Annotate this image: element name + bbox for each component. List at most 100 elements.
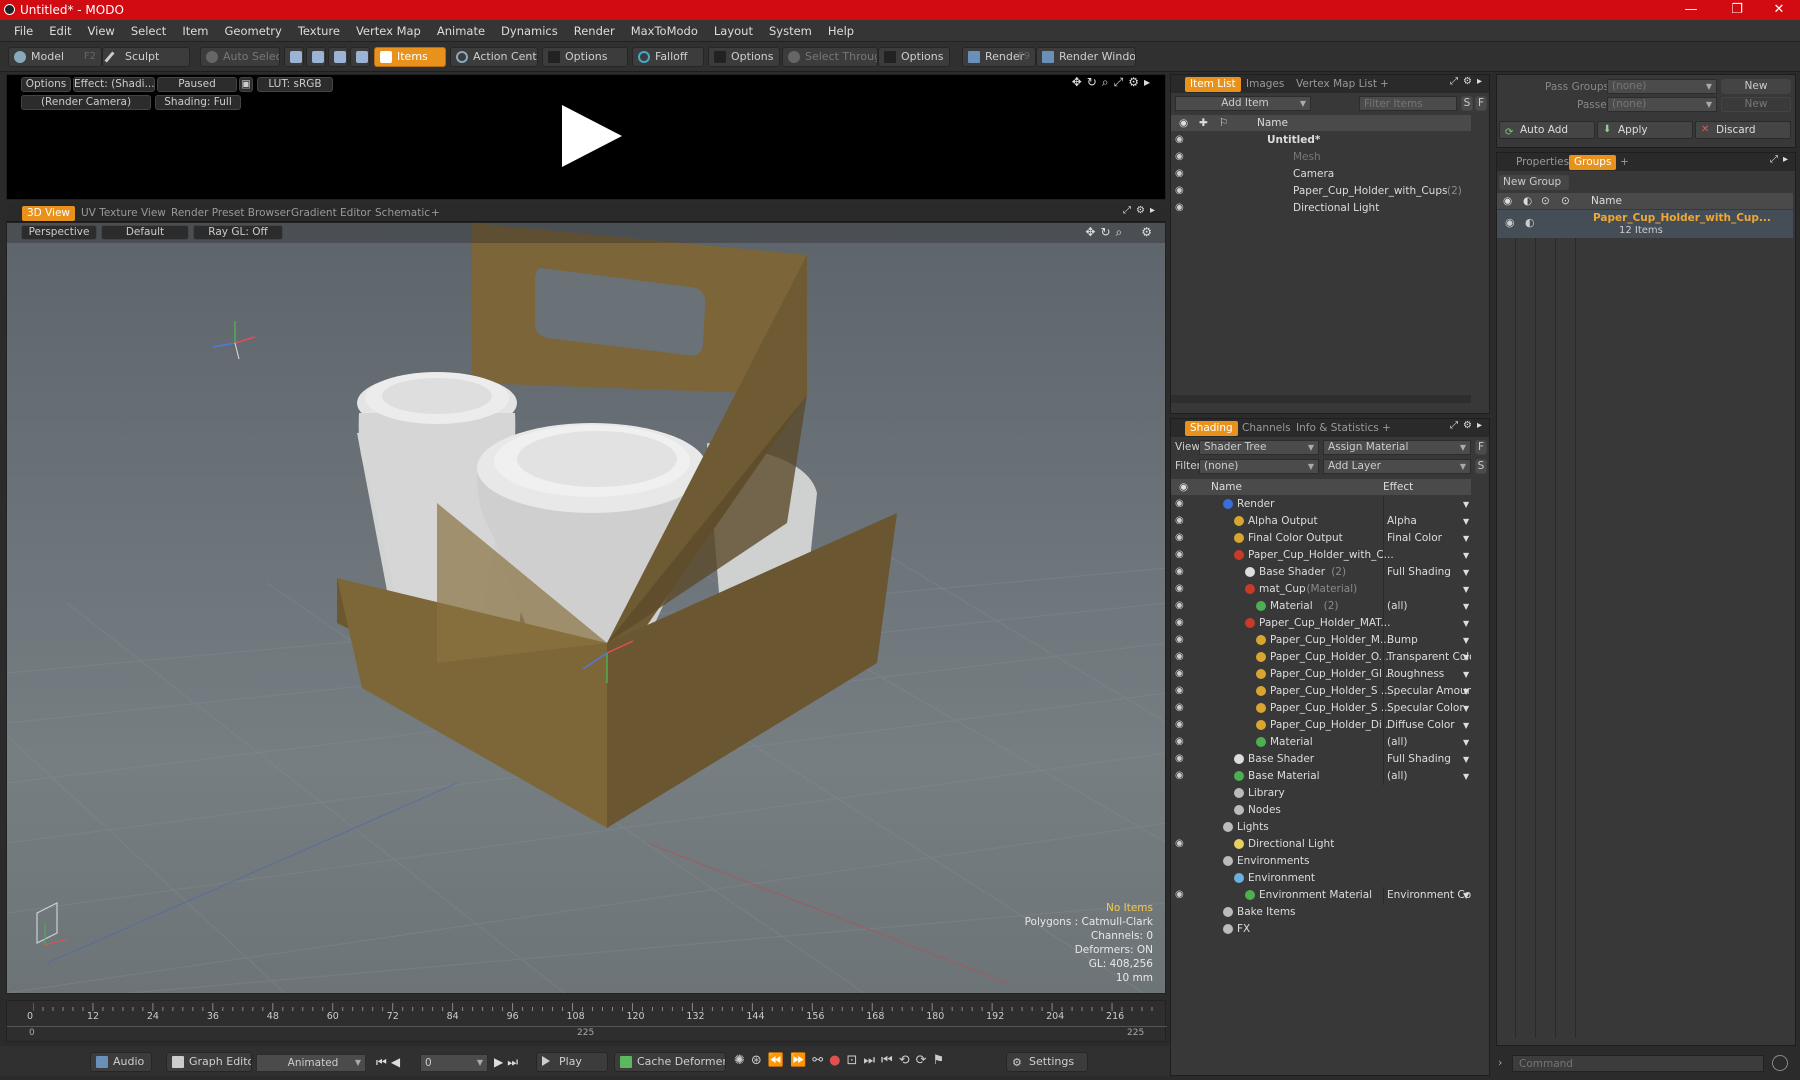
effect-dropdown[interactable]: Roughness [1383,666,1471,683]
visibility-icon[interactable]: ◉ [1175,169,1189,179]
arrow-right-icon[interactable]: ▸ [1144,75,1155,89]
lut-dropdown[interactable]: LUT: sRGB [257,77,333,92]
expand-icon[interactable]: ⤢ [1450,420,1463,431]
filter-items-input[interactable] [1359,96,1457,111]
effect-dropdown[interactable]: (all) [1383,734,1471,751]
maximize-button[interactable]: ❐ [1714,0,1760,20]
graph-editor-button[interactable]: Graph Editor [166,1052,252,1072]
effect-dropdown[interactable]: Alpha [1383,513,1471,530]
gear-icon[interactable]: ⚙ [1136,205,1150,216]
shader-tree-row[interactable]: ◉ Base Material (all) ▼ [1171,768,1471,785]
visibility-icon[interactable]: ◉ [1175,584,1189,594]
cache-deformers-button[interactable]: Cache Deformers [614,1052,726,1072]
shader-tree-row[interactable]: ◉ Paper_Cup_Holder_MAT... ▼ [1171,615,1471,632]
tab-gradient-editor[interactable]: Gradient Editor [286,206,376,221]
auto-select-button[interactable]: Auto Select [200,47,280,67]
skip-icon[interactable]: ⏭ [863,1053,881,1068]
shader-tree-row[interactable]: ◉ Base Shader Full Shading ▼ [1171,751,1471,768]
chevron-down-icon[interactable]: ▼ [1463,751,1469,768]
current-frame-input[interactable]: 0 [420,1054,488,1072]
visibility-icon[interactable]: ◉ [1175,567,1189,577]
chevron-down-icon[interactable]: ▼ [1463,496,1469,513]
visibility-icon[interactable]: ◉ [1175,533,1189,543]
lock-icon[interactable]: ▣ [239,77,253,92]
action-center-options-button[interactable]: Options [542,47,628,67]
menu-render[interactable]: Render [566,24,623,38]
visibility-icon[interactable]: ◉ [1175,152,1189,162]
shader-tree-row[interactable]: ◉ Render ▼ [1171,496,1471,513]
select-through-options-button[interactable]: Options [878,47,950,67]
menu-help[interactable]: Help [820,24,862,38]
visibility-icon[interactable]: ◉ [1175,686,1189,696]
visibility-icon[interactable]: ◉ [1175,669,1189,679]
add-tab-button[interactable]: + [1377,421,1396,436]
menu-select[interactable]: Select [123,24,174,38]
rotate-icon[interactable]: ↻ [1100,225,1115,239]
select-edges-button[interactable] [306,47,326,67]
raygl-dropdown[interactable]: Ray GL: Off [193,225,283,240]
effect-dropdown[interactable]: Transparent Color [1383,649,1471,666]
passes-dropdown[interactable]: (none) [1607,97,1717,112]
item-list-row[interactable]: ◉ Untitled* [1171,132,1471,149]
action-center-button[interactable]: Action Center [450,47,538,67]
falloff-options-button[interactable]: Options [708,47,780,67]
falloff-button[interactable]: Falloff [632,47,704,67]
arrow-right-icon[interactable]: ▸ [1783,154,1793,165]
minimize-button[interactable]: — [1668,0,1714,20]
effect-dropdown[interactable]: Full Shading [1383,564,1471,581]
menu-dynamics[interactable]: Dynamics [493,24,566,38]
expand-icon[interactable]: ⤢ [1114,75,1129,89]
item-list-row[interactable]: ◉ Directional Light [1171,200,1471,217]
prev-key-icon[interactable]: ⏪ [768,1053,790,1068]
chevron-down-icon[interactable]: ▼ [1463,649,1469,666]
preview-effect-dropdown[interactable]: Effect: (Shadi... [73,77,155,92]
3d-viewport[interactable]: Perspective Default Ray GL: Off ✥↻⌕ ⚙ No … [6,222,1166,994]
visibility-icon[interactable]: ◉ [1175,754,1189,764]
move-icon[interactable]: ✥ [1085,225,1100,239]
default-dropdown[interactable]: Default [101,225,189,240]
move-icon[interactable]: ✥ [1072,75,1087,89]
add-item-dropdown[interactable]: Add Item [1175,96,1311,111]
shader-tree-row[interactable]: ◉ Paper_Cup_Holder_O... Transparent Color ▼ [1171,649,1471,666]
shader-tree-row[interactable]: Environments [1171,853,1471,870]
shader-tree-row[interactable]: ◉ Final Color Output Final Color ▼ [1171,530,1471,547]
apply-button[interactable]: ⬇ Apply [1597,121,1693,139]
chevron-down-icon[interactable]: ▼ [1463,530,1469,547]
add-tab-button[interactable]: + [1615,155,1634,170]
filter-s-button[interactable]: S [1461,96,1473,111]
view-dropdown[interactable]: Shader Tree [1199,440,1319,455]
menu-edit[interactable]: Edit [41,24,79,38]
chevron-down-icon[interactable]: ▼ [1463,700,1469,717]
arrow-right-icon[interactable]: ▸ [1477,76,1487,87]
shader-tree-row[interactable]: Nodes [1171,802,1471,819]
visibility-icon[interactable]: ◉ [1175,186,1189,196]
sculpt-mode-button[interactable]: Sculpt [102,47,190,67]
gear-icon[interactable]: ⚙ [1463,420,1477,431]
discard-button[interactable]: ✕ Discard [1695,121,1791,139]
zoom-icon[interactable]: ⌕ [1116,225,1128,239]
shader-tree-row[interactable]: ◉ Base Shader (2) Full Shading ▼ [1171,564,1471,581]
zoom-icon[interactable]: ⌕ [1102,75,1114,89]
menu-file[interactable]: File [6,24,41,38]
rotate-icon[interactable]: ↻ [1087,75,1102,89]
shader-tree-row[interactable]: ◉ Directional Light [1171,836,1471,853]
visibility-icon[interactable]: ◉ [1175,499,1189,509]
render-window-button[interactable]: Render Window [1036,47,1136,67]
chevron-down-icon[interactable]: ▼ [1463,632,1469,649]
shader-tree-row[interactable]: ◉ Alpha Output Alpha ▼ [1171,513,1471,530]
visibility-icon[interactable]: ◉ [1175,203,1189,213]
auto-add-button[interactable]: ⟳ Auto Add [1499,121,1595,139]
gear-icon[interactable]: ⚙ [1128,75,1144,89]
shader-tree-row[interactable]: ◉ Paper_Cup_Holder_M... Bump ▼ [1171,632,1471,649]
menu-maxtomodo[interactable]: MaxToModo [623,24,706,38]
shader-tree-row[interactable]: Bake Items [1171,904,1471,921]
shader-tree-row[interactable]: ◉ Paper_Cup_Holder_S ... Specular Color ▼ [1171,700,1471,717]
sync-icon[interactable]: ⟳ [916,1053,933,1068]
shader-tree-row[interactable]: FX [1171,921,1471,938]
visibility-icon[interactable]: ◉ [1175,135,1189,145]
effect-dropdown[interactable] [1383,547,1471,564]
menu-animate[interactable]: Animate [429,24,493,38]
expand-icon[interactable]: ⤢ [1450,76,1463,87]
add-tab-button[interactable]: + [426,206,445,221]
visibility-icon[interactable]: ◉ [1175,771,1189,781]
